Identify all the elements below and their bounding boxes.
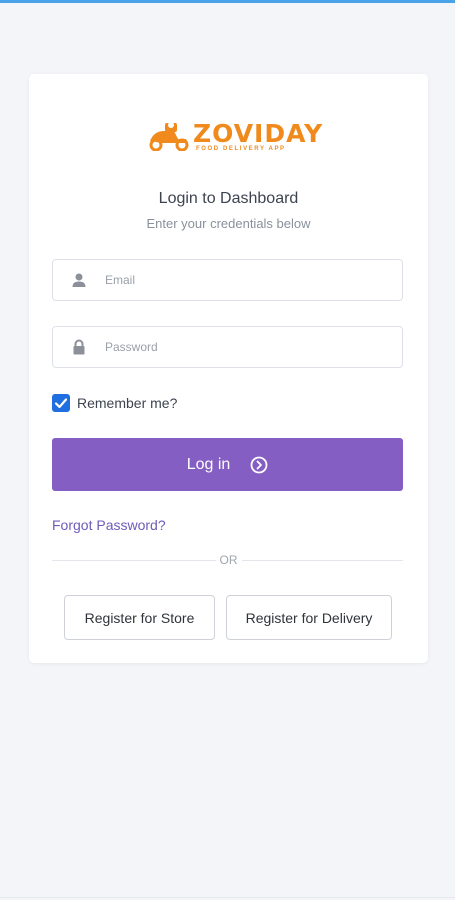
password-field[interactable] — [52, 326, 403, 368]
user-icon — [72, 273, 86, 287]
logo-wordmark: ZOVIDAY — [193, 119, 324, 148]
bottom-edge-line — [0, 897, 455, 898]
register-store-button[interactable]: Register for Store — [64, 595, 215, 640]
page-title: Login to Dashboard — [158, 190, 299, 207]
brand-logo: ZOVIDAY FOOD DELIVERY APP — [148, 117, 322, 157]
password-input[interactable] — [105, 336, 385, 358]
register-delivery-label: Register for Delivery — [245, 609, 373, 626]
register-delivery-button[interactable]: Register for Delivery — [226, 595, 392, 640]
email-input[interactable] — [105, 269, 385, 291]
email-field[interactable] — [52, 259, 403, 301]
login-card: ZOVIDAY FOOD DELIVERY APP Login to Dashb… — [29, 74, 428, 663]
page-subtitle: Enter your credentials below — [146, 216, 311, 231]
logo-tagline: FOOD DELIVERY APP — [196, 146, 286, 152]
delivery-scooter-icon — [149, 122, 189, 151]
divider-or-label: OR — [215, 553, 242, 567]
arrow-circle-right-icon — [250, 456, 268, 473]
login-button[interactable]: Log in — [52, 438, 403, 491]
lock-icon — [73, 339, 85, 355]
remember-me-checkbox[interactable] — [52, 394, 70, 412]
login-button-label: Log in — [186, 455, 231, 473]
divider-or: OR — [29, 553, 428, 567]
top-accent-bar — [0, 0, 455, 3]
remember-me-label: Remember me? — [77, 395, 178, 411]
checkmark-icon — [54, 398, 68, 409]
register-store-label: Register for Store — [84, 609, 195, 626]
forgot-password-link[interactable]: Forgot Password? — [52, 517, 166, 533]
